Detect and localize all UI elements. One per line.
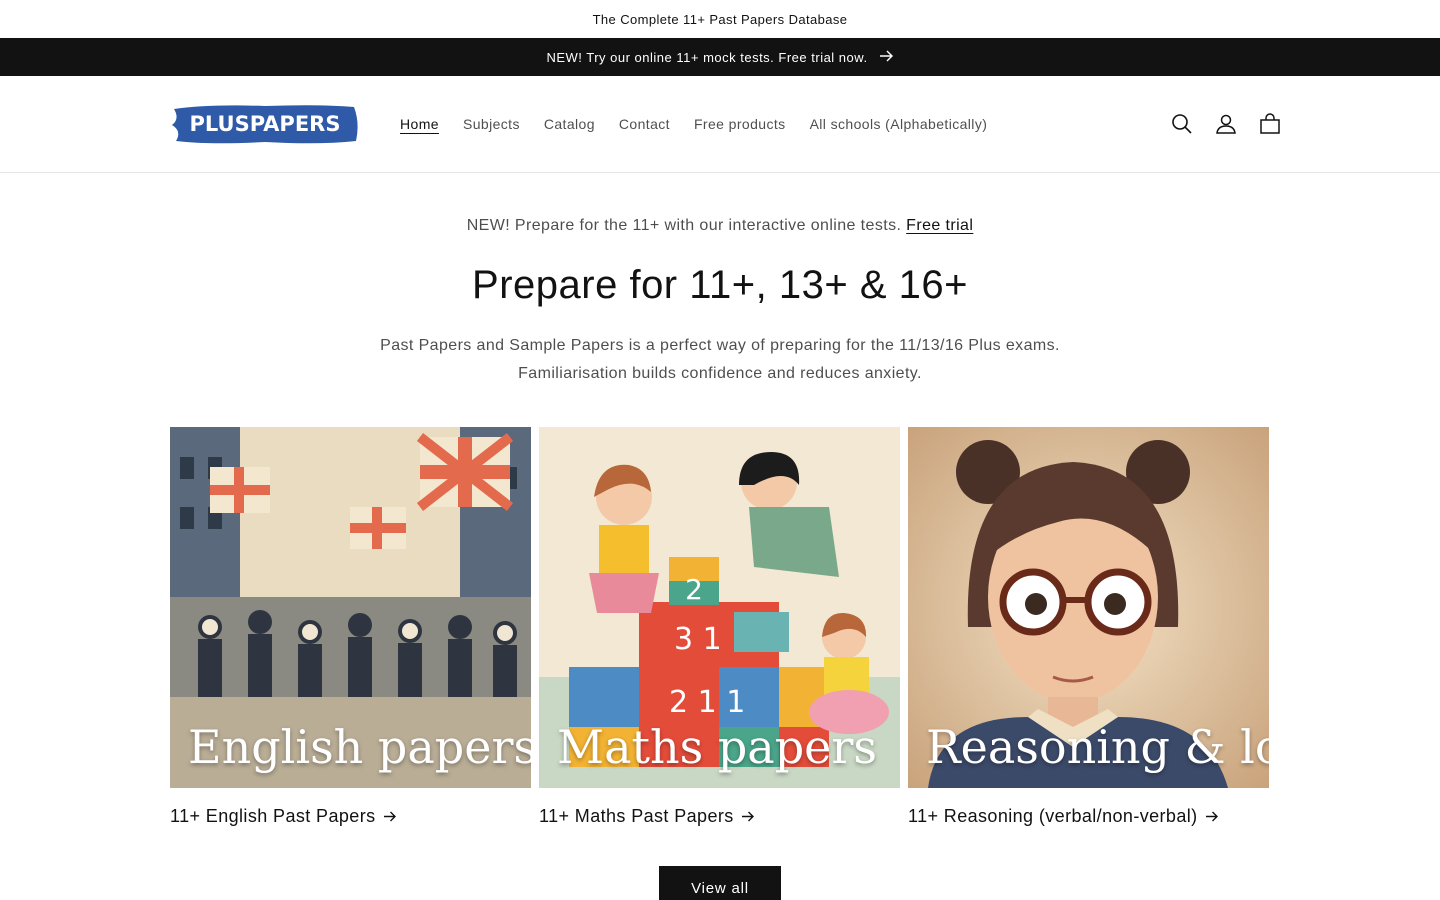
announcement-bar[interactable]: NEW! Try our online 11+ mock tests. Free… [0, 38, 1440, 76]
announcement-text: NEW! Try our online 11+ mock tests. Free… [546, 49, 868, 65]
english-illustration[interactable]: English papers [170, 427, 531, 788]
english-link-label: 11+ English Past Papers [170, 806, 376, 826]
logo-text: PLUSPAPERS [190, 112, 341, 136]
maths-link-label: 11+ Maths Past Papers [539, 806, 734, 826]
view-all-button[interactable]: View all [659, 866, 781, 900]
nav-free-products[interactable]: Free products [682, 116, 798, 132]
reasoning-illustration[interactable]: Reasoning & logic [908, 427, 1269, 788]
hero-section: NEW! Prepare for the 11+ with our intera… [0, 217, 1440, 388]
reasoning-link[interactable]: 11+ Reasoning (verbal/non-verbal) [908, 806, 1269, 827]
reasoning-link-label: 11+ Reasoning (verbal/non-verbal) [908, 806, 1198, 826]
svg-text:3 1: 3 1 [674, 622, 722, 657]
free-trial-link[interactable]: Free trial [906, 217, 973, 234]
account-icon[interactable] [1214, 109, 1238, 139]
page-title: Prepare for 11+, 13+ & 16+ [472, 263, 968, 307]
site-header: PLUSPAPERS Home Subjects Catalog Contact… [0, 76, 1440, 173]
top-strip-text: The Complete 11+ Past Papers Database [592, 11, 848, 27]
arrow-right-icon [383, 806, 397, 827]
card-maths[interactable]: 2 3 1 2 1 1 Maths papers 11+ Maths Past … [539, 427, 900, 827]
main-nav: Home Subjects Catalog Contact Free produ… [388, 76, 999, 172]
view-all-label: View all [691, 880, 749, 897]
reasoning-overlay-text: Reasoning & logic [926, 720, 1269, 774]
nav-all-schools[interactable]: All schools (Alphabetically) [798, 116, 1000, 132]
svg-text:2: 2 [685, 573, 703, 606]
nav-home[interactable]: Home [388, 116, 451, 132]
nav-catalog[interactable]: Catalog [532, 116, 607, 132]
english-overlay-text: English papers [188, 720, 531, 774]
collection-grid: English papers 11+ English Past Papers 2… [170, 427, 1269, 827]
cart-icon[interactable] [1258, 109, 1282, 139]
hero-description: Past Papers and Sample Papers is a perfe… [380, 337, 1060, 382]
card-english[interactable]: English papers 11+ English Past Papers [170, 427, 531, 827]
nav-contact[interactable]: Contact [607, 116, 682, 132]
svg-text:2 1 1: 2 1 1 [669, 685, 745, 720]
logo[interactable]: PLUSPAPERS [170, 103, 360, 145]
search-icon[interactable] [1170, 109, 1194, 139]
maths-link[interactable]: 11+ Maths Past Papers [539, 806, 900, 827]
top-strip: The Complete 11+ Past Papers Database [0, 0, 1440, 38]
promo-line: NEW! Prepare for the 11+ with our intera… [0, 217, 1440, 235]
english-link[interactable]: 11+ English Past Papers [170, 806, 531, 827]
arrow-right-icon [1205, 806, 1219, 827]
header-icons [1170, 109, 1282, 139]
maths-overlay-text: Maths papers [557, 720, 878, 774]
nav-subjects[interactable]: Subjects [451, 116, 532, 132]
arrow-right-icon [879, 49, 894, 65]
maths-illustration[interactable]: 2 3 1 2 1 1 Maths papers [539, 427, 900, 788]
arrow-right-icon [741, 806, 755, 827]
card-reasoning[interactable]: Reasoning & logic 11+ Reasoning (verbal/… [908, 427, 1269, 827]
promo-text: NEW! Prepare for the 11+ with our intera… [466, 217, 902, 234]
